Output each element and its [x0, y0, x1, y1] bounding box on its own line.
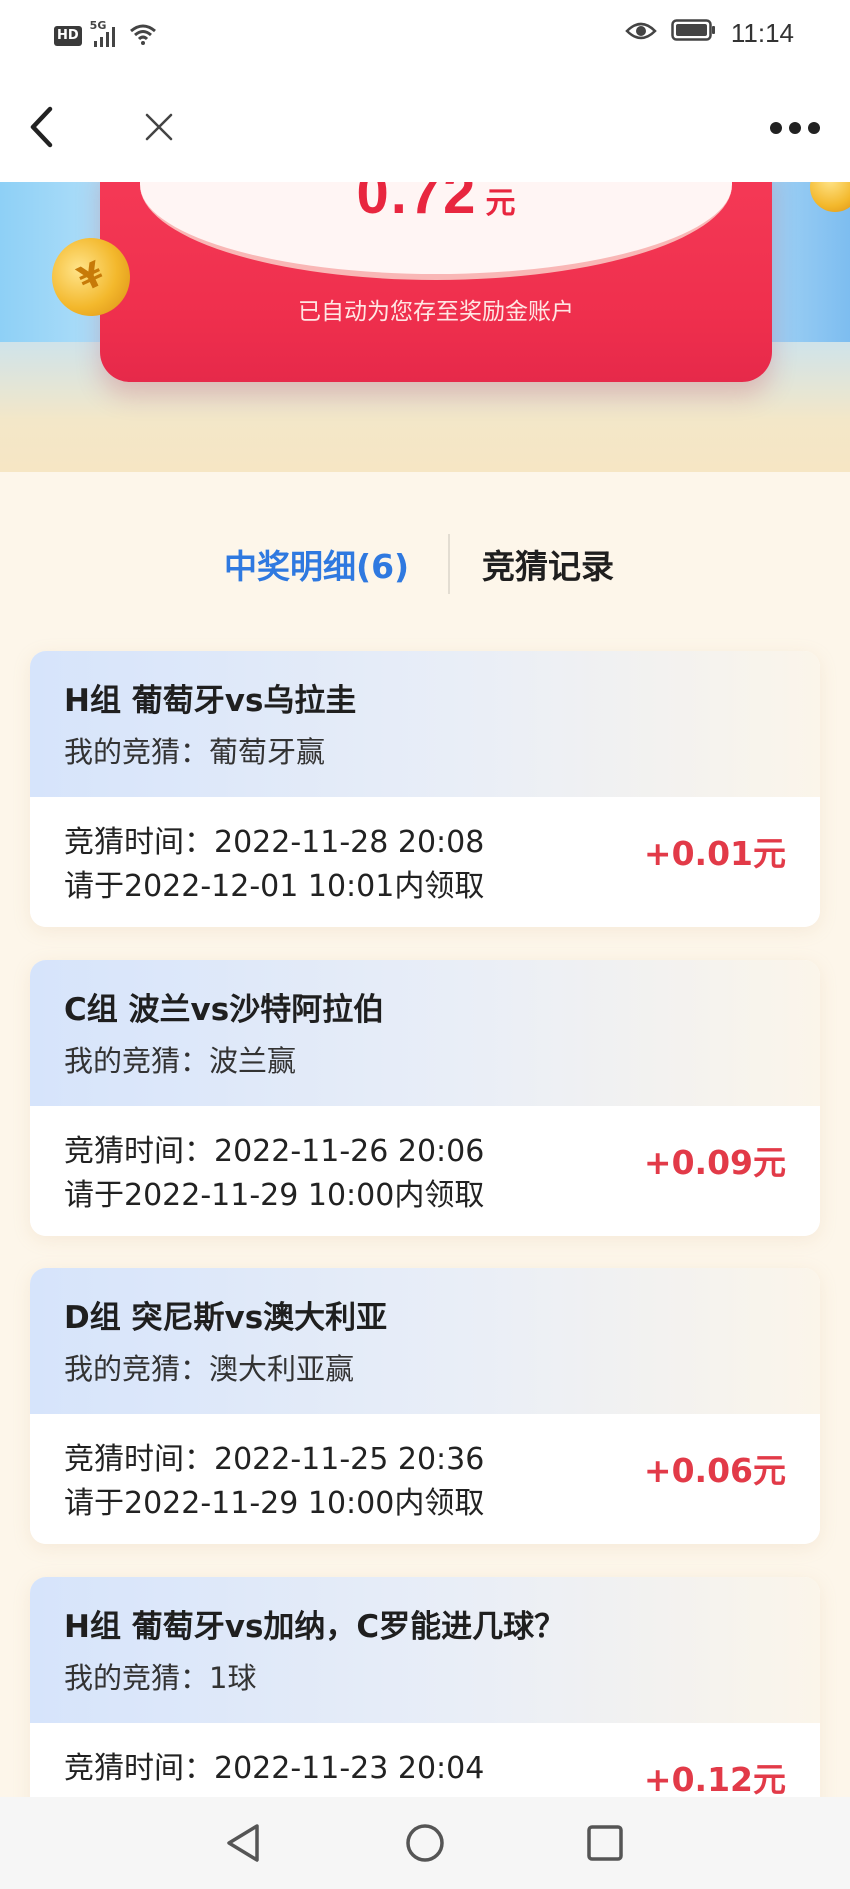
more-button[interactable] [768, 102, 822, 156]
card-header: H组 葡萄牙vs加纳，C罗能进几球？ 我的竞猜：1球 [30, 1577, 820, 1723]
close-icon [143, 111, 175, 147]
chevron-left-icon [26, 105, 56, 153]
system-home-button[interactable] [401, 1821, 449, 1869]
system-nav-bar [0, 1797, 850, 1889]
my-pick: 我的竞猜：澳大利亚赢 [64, 1352, 355, 1386]
bet-time: 竞猜时间：2022-11-23 20:04 [64, 1751, 485, 1786]
saved-note: 已自动为您存至奖励金账户 [298, 299, 574, 325]
amount-unit: 元 [485, 186, 516, 221]
back-button[interactable] [14, 102, 68, 156]
record-card[interactable]: D组 突尼斯vs澳大利亚 我的竞猜：澳大利亚赢 竞猜时间：2022-11-25 … [30, 1268, 820, 1544]
back-triangle-icon [223, 1822, 263, 1868]
card-body: 竞猜时间：2022-11-28 20:08 请于2022-12-01 10:01… [30, 797, 820, 927]
record-card[interactable]: H组 葡萄牙vs乌拉圭 我的竞猜：葡萄牙赢 竞猜时间：2022-11-28 20… [30, 651, 820, 927]
reward-amount: 0.72 元 [100, 182, 772, 226]
system-recents-button[interactable] [581, 1821, 629, 1869]
claim-deadline: 请于2022-12-01 10:01内领取 [64, 869, 485, 904]
home-circle-icon [404, 1822, 446, 1868]
wifi-icon [128, 22, 158, 50]
record-card[interactable]: C组 波兰vs沙特阿拉伯 我的竞猜：波兰赢 竞猜时间：2022-11-26 20… [30, 960, 820, 1236]
coin-icon [810, 182, 850, 212]
my-pick: 我的竞猜：葡萄牙赢 [64, 735, 326, 769]
close-button[interactable] [132, 102, 186, 156]
hd-badge: HD [54, 26, 82, 46]
claim-deadline: 请于2022-11-29 10:00内领取 [64, 1178, 485, 1213]
my-pick: 我的竞猜：1球 [64, 1661, 257, 1695]
tab-bar: 中奖明细(6) 竞猜记录 [0, 530, 850, 600]
tab-guess-records[interactable]: 竞猜记录 [482, 540, 614, 588]
match-title: H组 葡萄牙vs加纳，C罗能进几球？ [64, 1609, 566, 1645]
system-back-button[interactable] [219, 1821, 267, 1869]
reward-amount-label: +0.01元 [643, 834, 786, 873]
reward-amount-label: +0.06元 [643, 1451, 786, 1490]
match-title: C组 波兰vs沙特阿拉伯 [64, 992, 385, 1028]
eye-icon [625, 19, 657, 49]
claim-deadline: 请于2022-11-29 10:00内领取 [64, 1486, 485, 1521]
bet-time: 竞猜时间：2022-11-25 20:36 [64, 1442, 485, 1477]
amount-value: 0.72 [356, 182, 478, 226]
network-type-label: 5G [89, 19, 107, 32]
status-left: HD 5G [54, 19, 158, 50]
tab-divider [448, 534, 450, 594]
card-body: 竞猜时间：2022-11-26 20:06 请于2022-11-29 10:00… [30, 1106, 820, 1236]
bet-time: 竞猜时间：2022-11-26 20:06 [64, 1134, 485, 1169]
recents-square-icon [585, 1823, 625, 1867]
match-title: H组 葡萄牙vs乌拉圭 [64, 683, 357, 719]
more-dots-icon [769, 120, 821, 139]
card-body: 竞猜时间：2022-11-25 20:36 请于2022-11-29 10:00… [30, 1414, 820, 1544]
reward-amount-label: +0.12元 [643, 1760, 786, 1799]
clock: 11:14 [730, 18, 794, 48]
my-pick: 我的竞猜：波兰赢 [64, 1044, 297, 1078]
status-bar: HD 5G 11:14 [0, 0, 850, 76]
match-title: D组 突尼斯vs澳大利亚 [64, 1300, 388, 1336]
status-right: 11:14 [625, 18, 794, 49]
reward-amount-label: +0.09元 [643, 1143, 786, 1182]
signal-icon: 5G [90, 19, 118, 49]
reward-banner: 0.72 元 已自动为您存至奖励金账户 ¥ [0, 182, 850, 472]
tab-winning-details[interactable]: 中奖明细(6) [224, 540, 409, 588]
battery-icon [671, 18, 717, 49]
card-header: D组 突尼斯vs澳大利亚 我的竞猜：澳大利亚赢 [30, 1268, 820, 1414]
card-header: H组 葡萄牙vs乌拉圭 我的竞猜：葡萄牙赢 [30, 651, 820, 797]
nav-bar [0, 76, 850, 182]
red-envelope: 0.72 元 已自动为您存至奖励金账户 [100, 182, 772, 382]
bet-time: 竞猜时间：2022-11-28 20:08 [64, 825, 485, 860]
card-header: C组 波兰vs沙特阿拉伯 我的竞猜：波兰赢 [30, 960, 820, 1106]
